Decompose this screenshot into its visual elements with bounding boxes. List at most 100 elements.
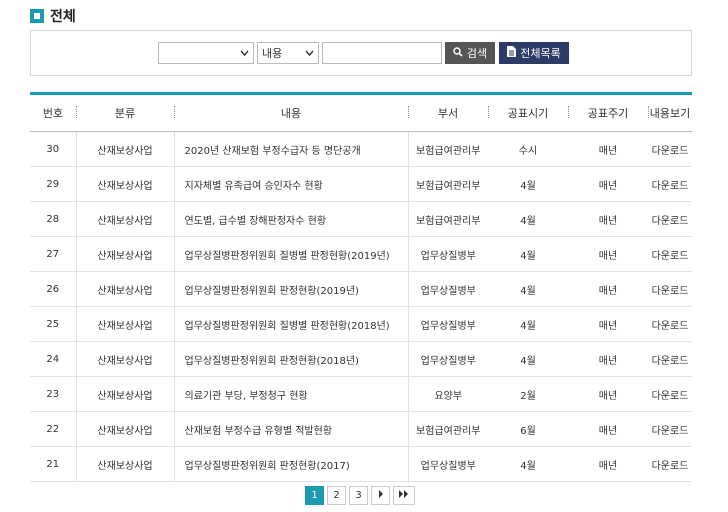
row-number-cell: 28 (30, 201, 77, 237)
category-cell: 산재보상사업 (76, 236, 175, 272)
cycle-cell: 매년 (568, 411, 648, 447)
title-cell[interactable]: 2020년 산재보험 부정수급자 등 명단공개 (174, 131, 409, 167)
search-field-select[interactable]: 내용 (257, 42, 319, 64)
download-link[interactable]: 다운로드 (648, 446, 692, 482)
pagination: 1 2 3 (305, 486, 415, 505)
download-link[interactable]: 다운로드 (648, 341, 692, 377)
disclosure-table: 번호 분류 내용 부서 공표시기 공표주기 내용보기 30 산재보상사업 2020년… (30, 92, 692, 482)
download-link[interactable]: 다운로드 (648, 131, 692, 167)
page-link-2[interactable]: 2 (327, 486, 346, 505)
table-row: 23 산재보상사업 의료기관 부당, 부정청구 현황 요양부 2월 매년 다운로드 (30, 376, 692, 412)
timing-cell: 6월 (488, 411, 568, 447)
cycle-cell: 매년 (568, 341, 648, 377)
chevron-down-icon (305, 46, 314, 63)
table-row: 22 산재보상사업 산재보험 부정수급 유형별 적발현황 보험급여관리부 6월 매년 다운로… (30, 411, 692, 447)
column-header: 분류 (76, 93, 174, 132)
square-bullet-icon (30, 9, 44, 23)
row-number-cell: 29 (30, 166, 77, 202)
row-number-cell: 21 (30, 446, 77, 482)
column-header: 부서 (408, 93, 488, 132)
table-row: 24 산재보상사업 업무상질병판정위원회 판정현황(2018년) 업무상질병부 4월 매년… (30, 341, 692, 377)
row-number-cell: 27 (30, 236, 77, 272)
title-cell[interactable]: 의료기관 부당, 부정청구 현황 (174, 376, 409, 412)
keyword-input[interactable] (322, 42, 442, 64)
search-field-select-value: 내용 (262, 47, 283, 60)
column-header: 공표시기 (488, 93, 568, 132)
cycle-cell: 매년 (568, 201, 648, 237)
row-number-cell: 26 (30, 271, 77, 307)
timing-cell: 4월 (488, 236, 568, 272)
download-link[interactable]: 다운로드 (648, 201, 692, 237)
page-link-1[interactable]: 1 (305, 486, 324, 505)
title-cell[interactable]: 산재보험 부정수급 유형별 적발현황 (174, 411, 409, 447)
title-cell[interactable]: 연도별, 급수별 장해판정자수 현황 (174, 201, 409, 237)
category-cell: 산재보상사업 (76, 376, 175, 412)
last-page-button[interactable] (393, 486, 415, 505)
row-number-cell: 23 (30, 376, 77, 412)
download-link[interactable]: 다운로드 (648, 271, 692, 307)
search-button[interactable]: 검색 (445, 42, 495, 64)
chevron-down-icon (240, 46, 249, 63)
title-cell[interactable]: 업무상질병판정위원회 질병별 판정현황(2018년) (174, 306, 409, 342)
table-row: 21 산재보상사업 업무상질병판정위원회 판정현황(2017) 업무상질병부 4월 매년 다… (30, 446, 692, 482)
category-cell: 산재보상사업 (76, 446, 175, 482)
category-cell: 산재보상사업 (76, 411, 175, 447)
download-link[interactable]: 다운로드 (648, 306, 692, 342)
next-arrow-icon (378, 490, 384, 501)
row-number-cell: 22 (30, 411, 77, 447)
department-cell: 업무상질병부 (408, 341, 488, 377)
department-cell: 보험급여관리부 (408, 201, 488, 237)
search-button-label: 검색 (466, 47, 488, 60)
download-link[interactable]: 다운로드 (648, 376, 692, 412)
download-link[interactable]: 다운로드 (648, 166, 692, 202)
category-cell: 산재보상사업 (76, 131, 175, 167)
department-cell: 업무상질병부 (408, 306, 488, 342)
column-header: 내용 (174, 93, 408, 132)
page-header: 전체 (30, 6, 76, 26)
cycle-cell: 매년 (568, 166, 648, 202)
column-header: 번호 (30, 93, 76, 132)
timing-cell: 수시 (488, 131, 568, 167)
timing-cell: 4월 (488, 446, 568, 482)
department-cell: 업무상질병부 (408, 236, 488, 272)
page-link-3[interactable]: 3 (349, 486, 368, 505)
department-cell: 업무상질병부 (408, 446, 488, 482)
cycle-cell: 매년 (568, 306, 648, 342)
category-cell: 산재보상사업 (76, 306, 175, 342)
department-cell: 업무상질병부 (408, 271, 488, 307)
timing-cell: 4월 (488, 166, 568, 202)
title-cell[interactable]: 지자체별 유족급여 승인자수 현황 (174, 166, 409, 202)
table-row: 27 산재보상사업 업무상질병판정위원회 질병별 판정현황(2019년) 업무상질병부… (30, 236, 692, 272)
title-cell[interactable]: 업무상질병판정위원회 판정현황(2018년) (174, 341, 409, 377)
cycle-cell: 매년 (568, 446, 648, 482)
download-link[interactable]: 다운로드 (648, 411, 692, 447)
row-number-cell: 30 (30, 131, 77, 167)
column-header: 공표주기 (568, 93, 648, 132)
category-cell: 산재보상사업 (76, 201, 175, 237)
category-select[interactable] (158, 42, 254, 64)
category-cell: 산재보상사업 (76, 271, 175, 307)
timing-cell: 4월 (488, 341, 568, 377)
timing-cell: 4월 (488, 271, 568, 307)
title-cell[interactable]: 업무상질병판정위원회 판정현황(2019년) (174, 271, 409, 307)
next-page-button[interactable] (371, 486, 390, 505)
title-cell[interactable]: 업무상질병판정위원회 판정현황(2017) (174, 446, 409, 482)
table-row: 30 산재보상사업 2020년 산재보험 부정수급자 등 명단공개 보험급여관리부 수시… (30, 131, 692, 167)
department-cell: 보험급여관리부 (408, 166, 488, 202)
department-cell: 요양부 (408, 376, 488, 412)
title-cell[interactable]: 업무상질병판정위원회 질병별 판정현황(2019년) (174, 236, 409, 272)
table-row: 28 산재보상사업 연도별, 급수별 장해판정자수 현황 보험급여관리부 4월 매년 다운로… (30, 201, 692, 237)
category-cell: 산재보상사업 (76, 166, 175, 202)
timing-cell: 4월 (488, 306, 568, 342)
department-cell: 보험급여관리부 (408, 411, 488, 447)
cycle-cell: 매년 (568, 236, 648, 272)
category-cell: 산재보상사업 (76, 341, 175, 377)
full-list-button-label: 전체목록 (520, 47, 561, 60)
download-link[interactable]: 다운로드 (648, 236, 692, 272)
row-number-cell: 24 (30, 341, 77, 377)
table-header-row: 번호 분류 내용 부서 공표시기 공표주기 내용보기 (30, 93, 692, 132)
full-list-button[interactable]: 전체목록 (499, 42, 569, 64)
page-title: 전체 (50, 9, 76, 25)
search-panel: 내용 검색 전체목록 (30, 30, 692, 76)
row-number-cell: 25 (30, 306, 77, 342)
